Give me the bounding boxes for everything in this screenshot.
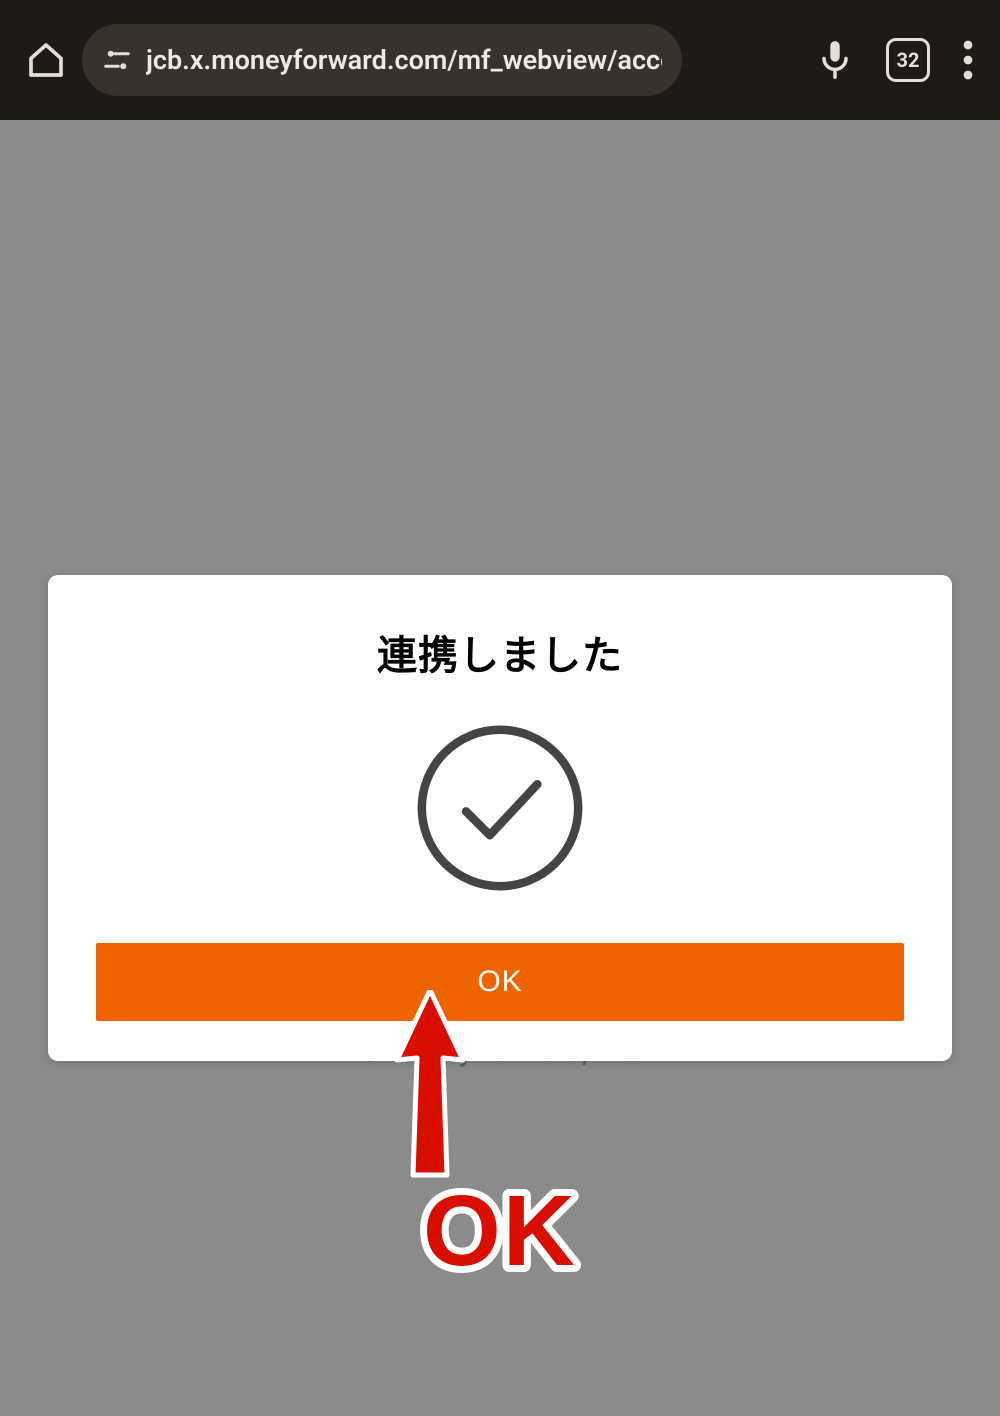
mic-icon[interactable] <box>816 38 854 82</box>
check-icon <box>96 723 904 893</box>
url-text: jcb.x.moneyforward.com/mf_webview/accou <box>146 44 662 76</box>
menu-icon[interactable] <box>962 40 974 80</box>
browser-toolbar: jcb.x.moneyforward.com/mf_webview/accou … <box>0 0 1000 120</box>
tab-count-badge: 32 <box>886 38 930 82</box>
dialog-title: 連携しました <box>96 623 904 681</box>
annotation-label: OK <box>0 1170 1000 1324</box>
svg-text:OK: OK <box>423 1175 577 1287</box>
ok-button[interactable]: OK <box>96 943 904 1021</box>
page-content: © Money Forward, Inc. 連携しました OK OK <box>0 120 1000 1416</box>
home-icon[interactable] <box>20 34 72 86</box>
tabs-button[interactable]: 32 <box>886 38 930 82</box>
success-dialog: 連携しました OK <box>48 575 952 1061</box>
site-settings-icon[interactable] <box>102 45 132 75</box>
address-bar[interactable]: jcb.x.moneyforward.com/mf_webview/accou <box>82 24 682 96</box>
